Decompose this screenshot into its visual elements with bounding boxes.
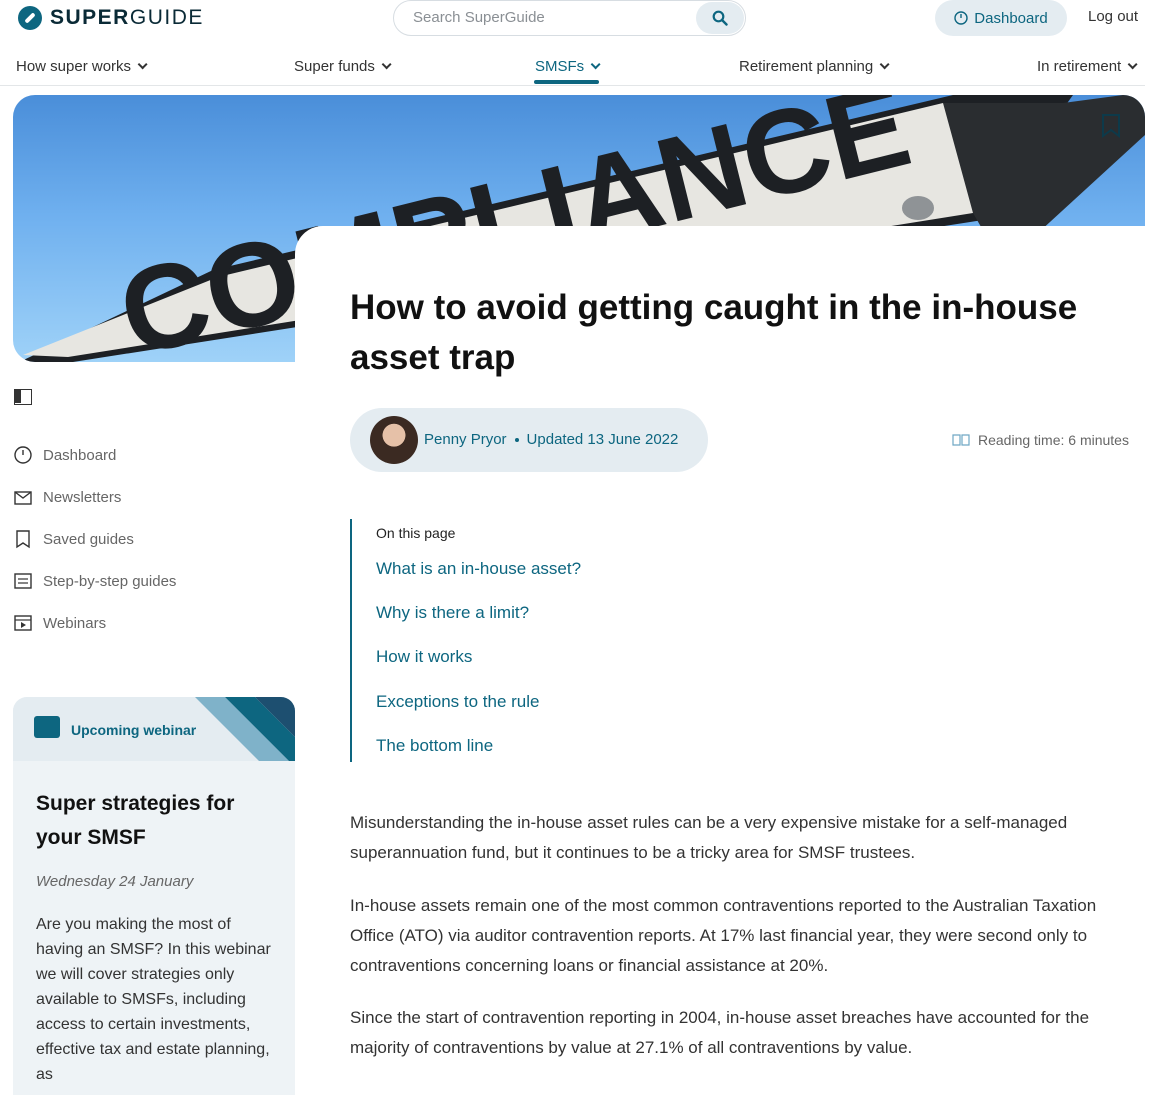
table-of-contents: On this page What is an in-house asset? … <box>350 519 750 762</box>
reading-time-label: Reading time: 6 minutes <box>978 432 1129 448</box>
dashboard-icon <box>13 445 33 465</box>
dashboard-icon <box>954 11 968 25</box>
nav-item-label: Super funds <box>294 58 375 75</box>
search-icon <box>712 10 728 26</box>
webinar-icon <box>13 613 33 633</box>
author-name[interactable]: Penny Pryor <box>424 431 507 448</box>
superguide-logo[interactable]: SUPERGUIDE <box>18 6 204 30</box>
article-title: How to avoid getting caught in the in-ho… <box>350 288 1078 377</box>
sidebar-collapse-icon[interactable] <box>14 389 32 405</box>
logout-link[interactable]: Log out <box>1088 8 1138 25</box>
search-bar <box>393 0 746 36</box>
nav-active-indicator <box>534 80 599 84</box>
toc-link[interactable]: The bottom line <box>376 736 493 756</box>
toc-link[interactable]: Exceptions to the rule <box>376 692 539 712</box>
toc-link[interactable]: What is an in-house asset? <box>376 559 581 579</box>
dashboard-button[interactable]: Dashboard <box>935 0 1067 36</box>
save-bookmark-icon[interactable] <box>1100 113 1122 139</box>
sidebar-item-label: Newsletters <box>43 488 122 506</box>
sidebar-item-saved-guides[interactable]: Saved guides <box>13 529 134 549</box>
sidebar-item-newsletters[interactable]: Newsletters <box>13 487 121 507</box>
checklist-icon <box>13 571 33 591</box>
reading-time: Reading time: 6 minutes <box>952 432 1129 448</box>
top-bar: SUPERGUIDE Dashboard Log out <box>0 0 1163 40</box>
webinar-description: Are you making the most of having an SMS… <box>36 916 271 1083</box>
book-icon <box>952 434 970 446</box>
nav-item-label: SMSFs <box>535 58 585 75</box>
chevron-down-icon <box>590 59 601 70</box>
sidebar-item-label: Webinars <box>43 614 107 632</box>
author-avatar <box>370 416 418 464</box>
body-paragraph: Since the start of contravention reporti… <box>350 1008 1090 1057</box>
author-line: Penny Pryor Updated 13 June 2022 <box>424 431 678 448</box>
sidebar-item-label: Saved guides <box>43 530 134 548</box>
search-button[interactable] <box>696 2 744 34</box>
nav-item-label: In retirement <box>1037 58 1122 75</box>
sidebar-item-label: Dashboard <box>43 446 117 464</box>
chevron-down-icon <box>381 59 392 70</box>
sidebar-item-label: Step-by-step guides <box>43 572 177 590</box>
sidebar-item-webinars[interactable]: Webinars <box>13 613 106 633</box>
decorative-stripes <box>195 697 295 761</box>
sidebar-item-step-by-step-guides[interactable]: Step-by-step guides <box>13 571 176 591</box>
dashboard-button-label: Dashboard <box>974 9 1048 27</box>
nav-item-how-super-works[interactable]: How super works <box>16 58 148 75</box>
toc-link[interactable]: How it works <box>376 647 472 667</box>
webinar-date: Wednesday 24 January <box>36 873 194 890</box>
webinar-title[interactable]: Super strategies for your SMSF <box>36 787 276 855</box>
logo-text: SUPERGUIDE <box>50 6 204 29</box>
webinar-card-header: Upcoming webinar <box>13 697 295 761</box>
nav-item-smsfs[interactable]: SMSFs <box>535 58 601 75</box>
separator-dot <box>514 437 519 442</box>
nav-item-label: How super works <box>16 58 132 75</box>
chevron-down-icon <box>137 59 148 70</box>
nav-item-retirement-planning[interactable]: Retirement planning <box>739 58 890 75</box>
chevron-down-icon <box>879 59 890 70</box>
author-pill: Penny Pryor Updated 13 June 2022 <box>350 408 708 472</box>
updated-date: Updated 13 June 2022 <box>526 431 679 448</box>
toc-link[interactable]: Why is there a limit? <box>376 603 529 623</box>
logo-icon <box>18 6 42 30</box>
sidebar-item-dashboard[interactable]: Dashboard <box>13 445 116 465</box>
nav-item-super-funds[interactable]: Super funds <box>294 58 392 75</box>
toc-heading: On this page <box>376 525 456 541</box>
body-paragraph: Misunderstanding the in-house asset rule… <box>350 813 1068 862</box>
chevron-down-icon <box>1127 59 1138 70</box>
newsletter-icon <box>13 487 33 507</box>
search-input[interactable] <box>413 9 683 26</box>
webinar-presenter-icon <box>34 716 60 738</box>
nav-item-label: Retirement planning <box>739 58 874 75</box>
bookmark-icon <box>13 529 33 549</box>
body-paragraph: In-house assets remain one of the most c… <box>350 896 1097 975</box>
nav-item-in-retirement[interactable]: In retirement <box>1037 58 1138 75</box>
upcoming-webinar-card[interactable]: Upcoming webinar Super strategies for yo… <box>13 697 295 1095</box>
